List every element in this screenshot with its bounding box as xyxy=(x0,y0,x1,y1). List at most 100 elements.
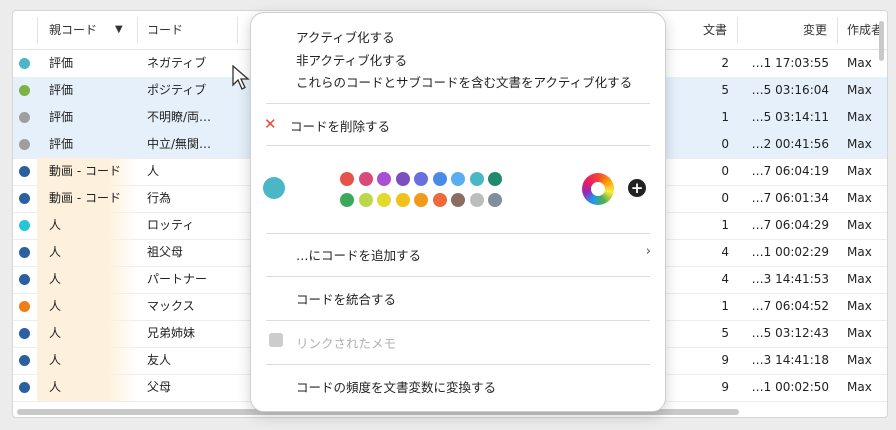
menu-item-merge-codes[interactable]: コードを統合する xyxy=(296,289,396,308)
column-divider xyxy=(237,17,238,43)
cell-changed: …3 14:41:53 xyxy=(751,272,829,286)
cell-code: 祖父母 xyxy=(147,245,184,259)
sort-desc-icon[interactable]: ▼ xyxy=(115,11,123,49)
cell-creator: Max xyxy=(847,137,872,151)
cell-code: パートナー xyxy=(147,272,208,286)
cell-parent-code: 評価 xyxy=(49,137,74,151)
cell-parent-code: 評価 xyxy=(49,83,74,97)
menu-divider xyxy=(266,364,650,365)
color-swatch[interactable] xyxy=(469,172,484,186)
cell-documents: 2 xyxy=(721,56,729,70)
cell-changed: …5 03:12:43 xyxy=(751,326,829,340)
mouse-cursor-icon xyxy=(232,65,250,90)
menu-divider xyxy=(266,320,650,321)
header-documents[interactable]: 文書 xyxy=(703,11,727,49)
column-divider xyxy=(37,17,38,43)
color-swatch[interactable] xyxy=(395,172,410,186)
color-wheel-icon[interactable] xyxy=(582,173,614,205)
code-color-dot xyxy=(19,220,30,231)
cell-creator: Max xyxy=(847,299,872,313)
color-swatch[interactable] xyxy=(340,193,354,207)
color-swatch[interactable] xyxy=(377,172,391,186)
color-swatch[interactable] xyxy=(358,193,373,207)
code-color-dot xyxy=(19,112,30,123)
cell-parent-code: 人 xyxy=(49,380,62,394)
cell-changed: …7 06:04:29 xyxy=(751,218,829,232)
vertical-scrollbar[interactable] xyxy=(879,21,884,61)
cell-documents: 1 xyxy=(721,110,729,124)
menu-divider xyxy=(266,103,650,104)
color-swatch[interactable] xyxy=(395,193,410,207)
header-parent-code[interactable]: 親コード xyxy=(49,11,97,49)
menu-item-activate[interactable]: アクティブ化する xyxy=(296,27,395,46)
cell-documents: 9 xyxy=(721,380,729,394)
cell-code: 中立/無関… xyxy=(147,137,212,151)
color-swatch[interactable] xyxy=(451,172,465,186)
cell-changed: …3 14:41:18 xyxy=(751,353,829,367)
color-swatch[interactable] xyxy=(358,172,373,186)
cell-changed: …7 06:04:19 xyxy=(751,164,829,178)
color-swatch[interactable] xyxy=(377,193,391,207)
color-swatch[interactable] xyxy=(340,172,354,186)
column-divider xyxy=(137,17,138,43)
color-swatch[interactable] xyxy=(451,193,465,207)
header-creator[interactable]: 作成者 xyxy=(847,11,883,49)
cell-creator: Max xyxy=(847,218,872,232)
cell-parent-code: 人 xyxy=(49,272,62,286)
chevron-right-icon: › xyxy=(645,244,651,259)
cell-code: 人 xyxy=(147,164,160,178)
cell-changed: …7 06:01:34 xyxy=(751,191,829,205)
cell-documents: 0 xyxy=(721,164,729,178)
cell-creator: Max xyxy=(847,380,872,394)
cell-parent-code: 動画 - コード xyxy=(49,191,121,205)
code-context-menu: アクティブ化する 非アクティブ化する これらのコードとサブコードを含む文書をアク… xyxy=(250,12,666,412)
menu-item-delete-code[interactable]: コードを削除する xyxy=(290,116,390,135)
menu-divider xyxy=(266,145,650,146)
cell-documents: 1 xyxy=(721,218,729,232)
cell-changed: …5 03:16:04 xyxy=(751,83,829,97)
add-color-icon[interactable]: + xyxy=(628,179,646,197)
cell-parent-code: 人 xyxy=(49,299,62,313)
menu-item-convert-frequency[interactable]: コードの頻度を文書変数に変換する xyxy=(296,377,496,396)
color-swatch[interactable] xyxy=(432,172,447,186)
cell-code: マックス xyxy=(147,299,195,313)
cell-parent-code: 評価 xyxy=(49,110,74,124)
cell-documents: 4 xyxy=(721,245,729,259)
color-swatch[interactable] xyxy=(488,193,502,207)
cell-parent-code: 動画 - コード xyxy=(49,164,121,178)
cell-changed: …1 00:02:50 xyxy=(751,380,829,394)
cell-creator: Max xyxy=(847,326,872,340)
cell-parent-code: 評価 xyxy=(49,56,74,70)
cell-creator: Max xyxy=(847,83,872,97)
cell-documents: 9 xyxy=(721,353,729,367)
code-color-dot xyxy=(19,328,30,339)
column-divider xyxy=(737,17,738,43)
color-swatch[interactable] xyxy=(414,193,428,207)
cell-parent-code: 人 xyxy=(49,326,62,340)
code-color-dot xyxy=(19,58,30,69)
code-color-dot xyxy=(19,139,30,150)
cell-documents: 5 xyxy=(721,83,729,97)
code-color-dot xyxy=(19,193,30,204)
cell-documents: 0 xyxy=(721,137,729,151)
cell-creator: Max xyxy=(847,191,872,205)
header-code[interactable]: コード xyxy=(147,11,183,49)
cell-parent-code: 人 xyxy=(49,245,62,259)
menu-item-activate-documents[interactable]: これらのコードとサブコードを含む文書をアクティブ化する xyxy=(296,72,632,91)
cell-changed: …1 17:03:55 xyxy=(751,56,829,70)
menu-item-deactivate[interactable]: 非アクティブ化する xyxy=(296,50,407,69)
menu-divider xyxy=(266,276,650,277)
color-swatch[interactable] xyxy=(432,193,447,207)
cell-creator: Max xyxy=(847,110,872,124)
header-changed[interactable]: 変更 xyxy=(803,11,827,49)
cell-changed: …1 00:02:29 xyxy=(751,245,829,259)
color-swatch[interactable] xyxy=(488,172,502,186)
menu-item-add-code-to[interactable]: …にコードを追加する xyxy=(296,245,421,264)
cell-code: 不明瞭/両… xyxy=(147,110,212,124)
cell-code: 父母 xyxy=(147,380,172,394)
cell-code: 行為 xyxy=(147,191,172,205)
cell-creator: Max xyxy=(847,272,872,286)
color-swatch[interactable] xyxy=(414,172,428,186)
color-swatch[interactable] xyxy=(469,193,484,207)
cell-code: ロッティ xyxy=(147,218,195,232)
